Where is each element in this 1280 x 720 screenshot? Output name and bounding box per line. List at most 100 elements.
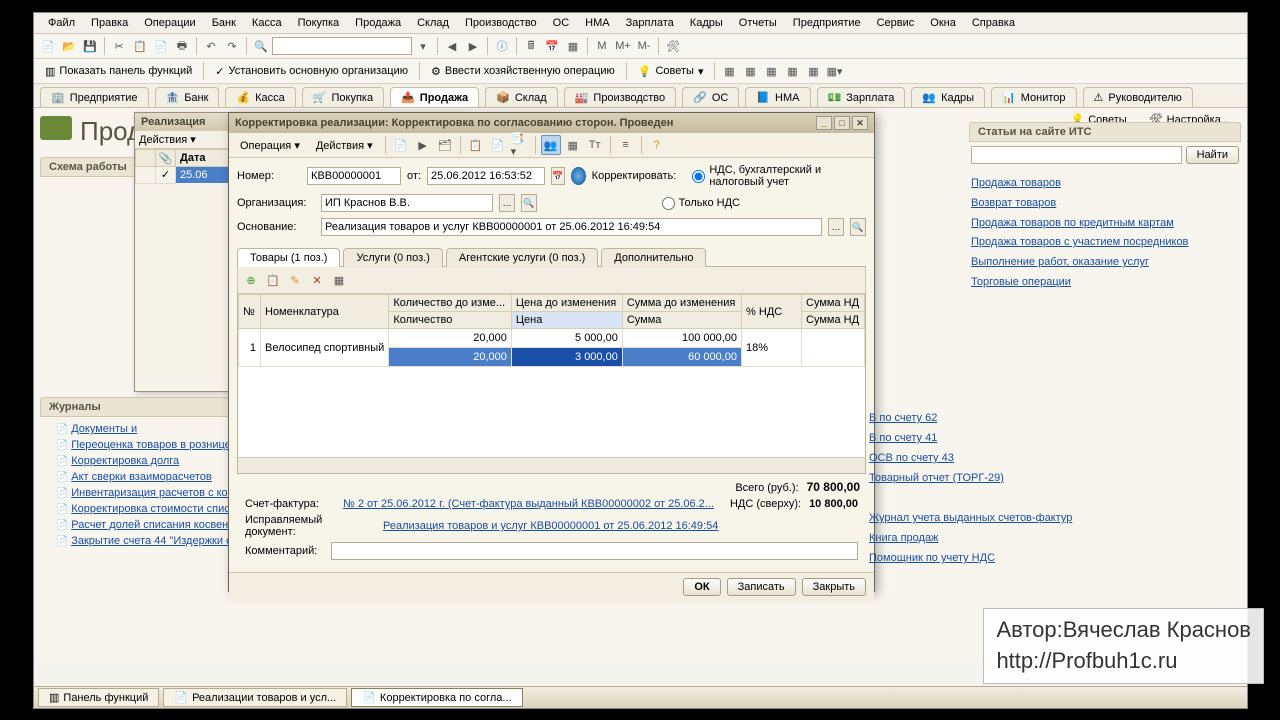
side-link[interactable]: Помощник по учету НДС <box>869 552 995 564</box>
its-link[interactable]: Выполнение работ, оказание услуг <box>971 256 1149 268</box>
dtb-icon-6[interactable]: 📑▾ <box>510 135 530 155</box>
menu-bank[interactable]: Банк <box>204 15 244 31</box>
tab-salary[interactable]: 💵 Зарплата <box>817 87 906 107</box>
org-select-icon[interactable]: … <box>499 194 515 212</box>
side-link[interactable]: Книга продаж <box>869 532 938 544</box>
redo-icon[interactable]: ↷ <box>222 36 242 56</box>
ok-button[interactable]: ОК <box>683 578 720 596</box>
task-panel[interactable]: ▥ Панель функций <box>38 688 159 707</box>
print-icon[interactable]: 🖶 <box>172 36 192 56</box>
cut-icon[interactable]: ✂ <box>109 36 129 56</box>
set-org-button[interactable]: ✓Установить основную организацию <box>208 62 415 81</box>
menu-kassa[interactable]: Касса <box>244 15 290 31</box>
dtb-icon-5[interactable]: 📄 <box>488 135 508 155</box>
fixdoc-link[interactable]: Реализация товаров и услуг КВВ00000001 о… <box>383 520 718 532</box>
menu-stock[interactable]: Склад <box>409 15 457 31</box>
tab-agent[interactable]: Агентские услуги (0 поз.) <box>446 248 598 267</box>
copy-row-icon[interactable]: 📋 <box>263 270 283 290</box>
sub-actions[interactable]: Действия ▾ <box>139 133 196 146</box>
dtb-icon-3[interactable]: 🗂 <box>435 135 455 155</box>
open-icon[interactable]: 📂 <box>59 36 79 56</box>
tab-sale[interactable]: 📤 Продажа <box>390 87 479 107</box>
task-realization[interactable]: 📄 Реализации товаров и усл... <box>163 688 347 707</box>
its-link[interactable]: Возврат товаров <box>971 197 1056 209</box>
m-minus-icon[interactable]: M- <box>634 36 654 56</box>
its-link[interactable]: Продажа товаров <box>971 177 1061 189</box>
its-link[interactable]: Торговые операции <box>971 276 1071 288</box>
base-select-icon[interactable]: … <box>828 218 844 236</box>
radio-full[interactable]: НДС, бухгалтерский и налоговый учет <box>692 164 866 188</box>
side-link[interactable]: ОСВ по счету 43 <box>869 452 954 464</box>
close-icon[interactable]: ✕ <box>852 116 868 130</box>
copy-icon[interactable]: 📋 <box>130 36 150 56</box>
m-plus-icon[interactable]: M+ <box>613 36 633 56</box>
menu-reports[interactable]: Отчеты <box>731 15 785 31</box>
tab-goods[interactable]: Товары (1 поз.) <box>237 248 340 267</box>
horizontal-scrollbar[interactable] <box>238 457 865 473</box>
enter-op-button[interactable]: ⚙Ввести хозяйственную операцию <box>424 62 622 81</box>
calc-icon[interactable]: 🖩 <box>521 36 541 56</box>
tab-purchase[interactable]: 🛒 Покупка <box>302 87 384 107</box>
menu-hr[interactable]: Кадры <box>682 15 731 31</box>
paste-icon[interactable]: 📄 <box>151 36 171 56</box>
menu-sale[interactable]: Продажа <box>347 15 409 31</box>
side-link[interactable]: Товарный отчет (ТОРГ-29) <box>869 472 1004 484</box>
side-link[interactable]: В по счету 41 <box>869 432 937 444</box>
journal-link[interactable]: Документы и <box>71 423 137 435</box>
menu-production[interactable]: Производство <box>457 15 545 31</box>
org-search-icon[interactable]: 🔍 <box>521 194 537 212</box>
table-row[interactable]: 1 Велосипед спортивный 20,000 5 000,00 1… <box>239 329 865 348</box>
menu-nma[interactable]: НМА <box>577 15 617 31</box>
save-icon[interactable]: 💾 <box>80 36 100 56</box>
tab-enterprise[interactable]: 🏢 Предприятие <box>40 87 149 107</box>
tab-production[interactable]: 🏭 Производство <box>564 87 676 107</box>
org-input[interactable] <box>321 194 493 212</box>
maximize-icon[interactable]: □ <box>834 116 850 130</box>
minimize-icon[interactable]: _ <box>816 116 832 130</box>
tab-monitor[interactable]: 📊 Монитор <box>991 87 1076 107</box>
edit-row-icon[interactable]: ✎ <box>285 270 305 290</box>
grid-icon[interactable]: ▦ <box>563 36 583 56</box>
side-link[interactable]: Журнал учета выданных счетов-фактур <box>869 512 1072 524</box>
dtb-icon-1[interactable]: 📄 <box>391 135 411 155</box>
tbicon-6[interactable]: ▦▾ <box>824 61 844 81</box>
dtb-icon-7[interactable]: ▦ <box>563 135 583 155</box>
tbicon-4[interactable]: ▦ <box>782 61 802 81</box>
help-icon[interactable]: ? <box>647 135 667 155</box>
tbicon-5[interactable]: ▦ <box>803 61 823 81</box>
menu-help[interactable]: Справка <box>964 15 1023 31</box>
tab-extra[interactable]: Дополнительно <box>601 248 706 267</box>
menu-purchase[interactable]: Покупка <box>290 15 348 31</box>
menu-edit[interactable]: Правка <box>83 15 136 31</box>
add-row-icon[interactable]: ⊕ <box>241 270 261 290</box>
journal-link[interactable]: Акт сверки взаиморасчетов <box>71 471 212 483</box>
tbicon-1[interactable]: ▦ <box>719 61 739 81</box>
tab-manager[interactable]: ⚠ Руководителю <box>1083 87 1193 107</box>
its-link[interactable]: Продажа товаров с участием посредников <box>971 236 1188 248</box>
menu-file[interactable]: Файл <box>40 15 83 31</box>
tab-os[interactable]: 🔗 ОС <box>682 87 739 107</box>
dtb-icon-9[interactable]: ≡ <box>616 135 636 155</box>
tab-kassa[interactable]: 💰 Касса <box>225 87 295 107</box>
calendar-icon[interactable]: 📅 <box>542 36 562 56</box>
task-correction[interactable]: 📄 Корректировка по согла... <box>351 688 522 707</box>
operation-dropdown[interactable]: Операция ▾ <box>233 137 307 154</box>
its-find-button[interactable]: Найти <box>1186 146 1239 164</box>
tab-bank[interactable]: 🏦 Банк <box>155 87 220 107</box>
base-input[interactable] <box>321 218 822 236</box>
dtb-icon-active[interactable]: 👥 <box>541 135 561 155</box>
radio-vat-only[interactable]: Только НДС <box>662 197 740 210</box>
dropdown-icon[interactable]: ▾ <box>413 36 433 56</box>
more-row-icon[interactable]: ▦ <box>329 270 349 290</box>
search-icon[interactable]: 🔍 <box>251 36 271 56</box>
write-button[interactable]: Записать <box>727 578 796 596</box>
advice-button[interactable]: 💡Советы ▾ <box>631 62 711 81</box>
tab-services[interactable]: Услуги (0 поз.) <box>343 248 442 267</box>
number-input[interactable] <box>307 167 401 185</box>
new-icon[interactable]: 📄 <box>38 36 58 56</box>
side-link[interactable]: В по счету 62 <box>869 412 937 424</box>
tbicon-2[interactable]: ▦ <box>740 61 760 81</box>
journal-link[interactable]: Закрытие счета 44 "Издержки о <box>71 535 232 547</box>
calendar-picker-icon[interactable]: 📅 <box>551 167 565 185</box>
menu-enterprise[interactable]: Предприятие <box>785 15 869 31</box>
